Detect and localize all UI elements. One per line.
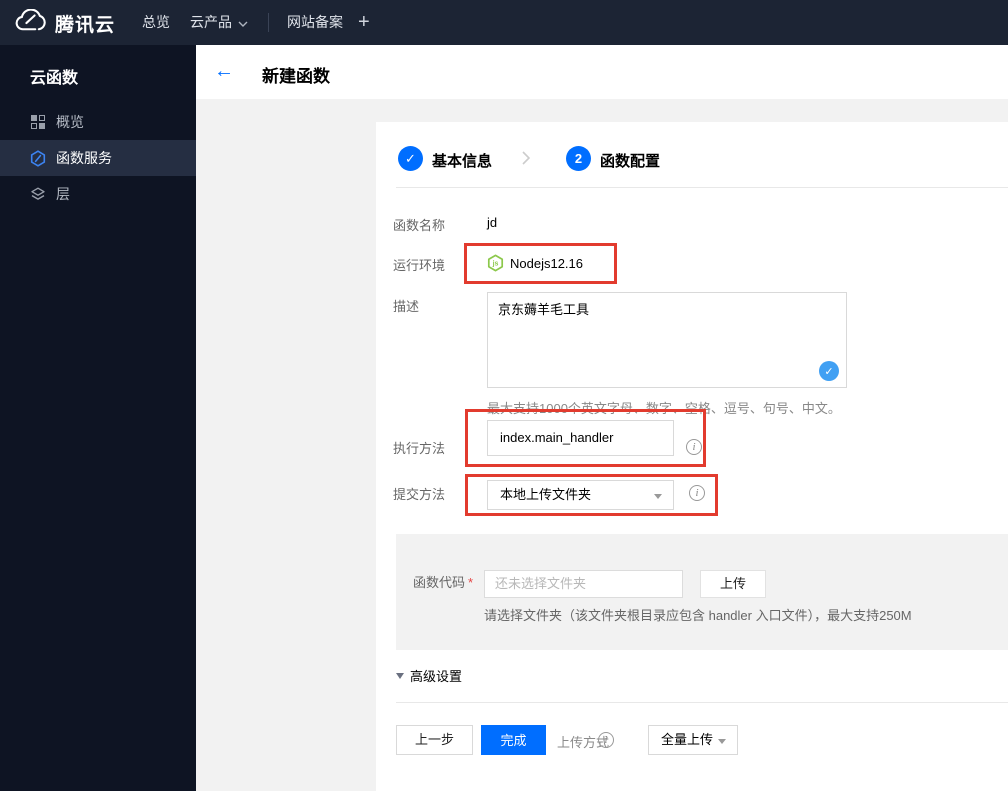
cloud-logo-icon	[14, 8, 47, 38]
layers-icon	[30, 186, 46, 202]
step-1-done-circle: ✓	[398, 146, 423, 171]
handler-input[interactable]: index.main_handler	[487, 420, 674, 456]
previous-step-button[interactable]: 上一步	[396, 725, 473, 755]
caret-down-icon	[654, 494, 662, 499]
sidebar-title: 云函数	[30, 70, 79, 87]
function-name-label: 函数名称	[393, 218, 446, 233]
step-2-label: 函数配置	[600, 153, 661, 170]
check-icon: ✓	[405, 150, 416, 166]
function-code-hint: 请选择文件夹（该文件夹根目录应包含 handler 入口文件），最大支持250M	[484, 608, 912, 623]
runtime-value: Nodejs12.16	[510, 256, 583, 271]
sidebar-item-overview[interactable]: 概览	[0, 104, 196, 140]
step-1-label: 基本信息	[432, 153, 493, 170]
submit-method-label: 提交方法	[393, 487, 446, 502]
valid-check-badge: ✓	[819, 361, 839, 381]
submit-method-info-icon[interactable]: i	[689, 485, 705, 501]
topnav-add-button[interactable]: +	[358, 0, 370, 45]
function-name-value: jd	[487, 215, 498, 230]
folder-path-input[interactable]: 还未选择文件夹	[484, 570, 683, 598]
content-area: ✓ 基本信息 2 函数配置 函数名称 jd 运行环境 js Nodejs12.1…	[196, 99, 1008, 791]
check-icon: ✓	[824, 365, 834, 378]
stepper-divider	[396, 187, 1008, 188]
footer-divider	[396, 702, 1008, 703]
page-title: 新建函数	[262, 67, 330, 86]
chevron-right-icon	[522, 151, 531, 170]
step-2-circle: 2	[566, 146, 591, 171]
required-asterisk: *	[468, 575, 474, 590]
handler-info-icon[interactable]: i	[686, 439, 702, 455]
page-header: ← 新建函数	[196, 45, 1008, 99]
description-textarea[interactable]: 京东薅羊毛工具	[487, 292, 847, 388]
submit-method-select[interactable]: 本地上传文件夹	[487, 480, 674, 510]
sidebar: 云函数 概览 函数服务 层	[0, 45, 196, 791]
function-code-label: 函数代码 *	[413, 575, 474, 590]
back-button[interactable]: ←	[214, 59, 234, 83]
finish-button[interactable]: 完成	[481, 725, 546, 755]
topbar: 腾讯云 总览 云产品 网站备案 +	[0, 0, 1008, 45]
sidebar-item-layers[interactable]: 层	[0, 176, 196, 212]
chevron-down-icon	[238, 0, 248, 45]
svg-text:js: js	[492, 261, 499, 268]
upload-mode-select[interactable]: 全量上传	[648, 725, 738, 755]
topnav-divider	[268, 13, 269, 32]
runtime-label: 运行环境	[393, 258, 446, 273]
upload-button[interactable]: 上传	[700, 570, 766, 598]
caret-down-icon	[718, 739, 726, 744]
nodejs-icon: js	[487, 254, 504, 277]
topnav-overview[interactable]: 总览	[142, 0, 170, 45]
description-hint: 最大支持1000个英文字母、数字、空格、逗号、句号、中文。	[487, 401, 841, 416]
brand-name: 腾讯云	[55, 14, 116, 36]
topnav-cloud-products[interactable]: 云产品	[190, 0, 248, 45]
advanced-settings-toggle[interactable]: 高级设置	[396, 666, 462, 685]
upload-mode-info-icon[interactable]: i	[598, 732, 614, 748]
handler-label: 执行方法	[393, 441, 446, 456]
triangle-down-icon	[396, 672, 404, 679]
grid-icon	[30, 114, 46, 130]
description-label: 描述	[393, 299, 420, 314]
function-code-section: 函数代码 * 还未选择文件夹 上传 请选择文件夹（该文件夹根目录应包含 handl…	[396, 534, 1008, 650]
topnav-website-beian[interactable]: 网站备案	[287, 0, 343, 45]
function-hexagon-icon	[30, 149, 46, 167]
sidebar-item-function-service[interactable]: 函数服务	[0, 140, 196, 176]
create-function-card: ✓ 基本信息 2 函数配置 函数名称 jd 运行环境 js Nodejs12.1…	[376, 122, 1008, 791]
tencent-cloud-logo[interactable]: 腾讯云	[14, 6, 115, 40]
